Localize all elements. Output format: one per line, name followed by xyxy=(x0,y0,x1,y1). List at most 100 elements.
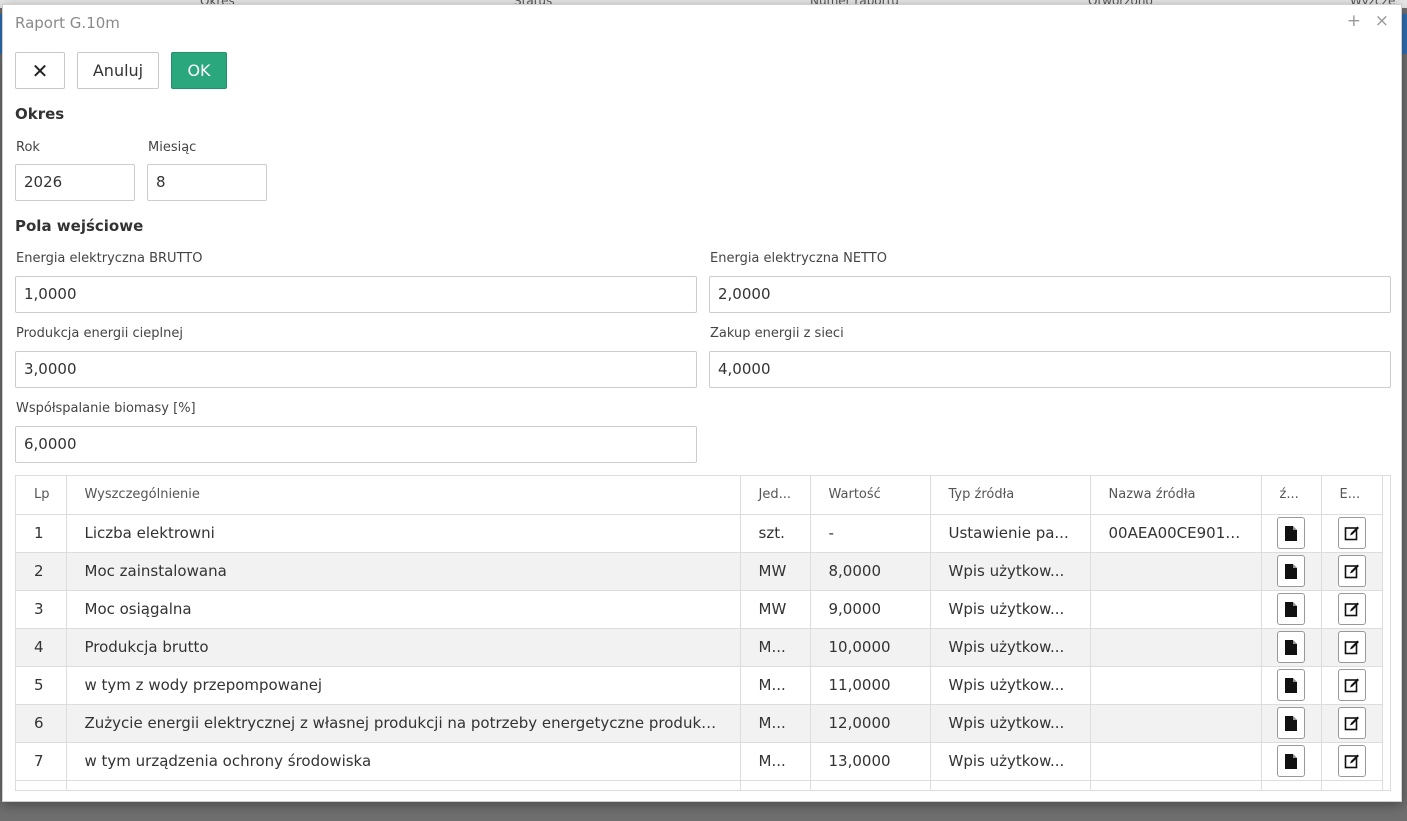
gross-energy-label: Energia elektryczna BRUTTO xyxy=(16,251,203,266)
month-label: Miesiąc xyxy=(148,140,197,155)
cell-lp: 4 xyxy=(16,628,67,667)
cell-lp: 5 xyxy=(16,666,67,705)
cell-source-type: Wpis użytkow... xyxy=(930,552,1091,591)
cell-lp: 3 xyxy=(16,590,67,629)
cell-lp: 7 xyxy=(16,742,67,781)
cell-source-type: Wpis użytkow... xyxy=(930,704,1091,743)
cell-unit: M... xyxy=(740,742,811,781)
column-header-unit[interactable]: Jed... xyxy=(740,476,811,515)
cell-source-action xyxy=(1261,704,1322,743)
cell-edit-action xyxy=(1321,552,1383,591)
cell-unit: MW xyxy=(740,552,811,591)
cell-spec: Zużycie energii elektrycznej z własnej p… xyxy=(66,704,741,743)
table-row[interactable]: 1 Liczba elektrowni szt. - Ustawienie pa... 0… xyxy=(16,514,1383,553)
edit-icon[interactable] xyxy=(1337,669,1366,701)
cell-value: 13,0000 xyxy=(810,742,931,781)
edit-icon[interactable] xyxy=(1337,593,1366,625)
cell-source-action xyxy=(1261,742,1322,781)
year-label: Rok xyxy=(16,140,40,155)
file-icon[interactable] xyxy=(1277,555,1305,587)
cell-source-name: 00AEA00CE901:av xyxy=(1090,514,1262,553)
cell-value: 9,0000 xyxy=(810,590,931,629)
cell-source-name xyxy=(1090,666,1262,705)
edit-icon[interactable] xyxy=(1337,555,1366,587)
cell-source-name xyxy=(1090,590,1262,629)
close-icon[interactable]: × xyxy=(1375,11,1389,31)
cell-source-name xyxy=(1090,742,1262,781)
cell-empty xyxy=(930,780,1091,790)
ok-button[interactable]: OK xyxy=(171,52,227,89)
cell-unit: szt. xyxy=(740,514,811,553)
cell-spec: Liczba elektrowni xyxy=(66,514,741,553)
file-icon[interactable] xyxy=(1277,669,1305,701)
cancel-button[interactable]: Anuluj xyxy=(77,52,159,89)
cell-source-type: Wpis użytkow... xyxy=(930,742,1091,781)
table-row[interactable] xyxy=(16,780,1383,790)
file-icon[interactable] xyxy=(1277,517,1305,549)
cell-edit-action xyxy=(1321,590,1383,629)
table-row[interactable]: 5w tym z wody przepompowanej M... 11,0000 W… xyxy=(16,666,1383,705)
column-header-lp[interactable]: Lp xyxy=(16,476,67,515)
report-dialog: Raport G.10m + × ✕ Anuluj OK Okres Rok 2… xyxy=(2,4,1402,802)
cell-unit: M... xyxy=(740,628,811,667)
cell-source-action xyxy=(1261,666,1322,705)
cell-source-name xyxy=(1090,628,1262,667)
column-header-source-type[interactable]: Typ źródła xyxy=(930,476,1091,515)
file-icon[interactable] xyxy=(1277,631,1305,663)
edit-icon[interactable] xyxy=(1337,707,1366,739)
grid-purchase-input[interactable]: 4,0000 xyxy=(709,351,1391,388)
year-input[interactable]: 2026 xyxy=(15,164,135,201)
cell-edit-action xyxy=(1321,666,1383,705)
table-row[interactable]: 7w tym urządzenia ochrony środowiska M...… xyxy=(16,742,1383,781)
table-row[interactable]: 6 Zużycie energii elektrycznej z własnej … xyxy=(16,704,1383,743)
column-header-value[interactable]: Wartość xyxy=(810,476,931,515)
month-input[interactable]: 8 xyxy=(147,164,267,201)
cell-edit-action xyxy=(1321,704,1383,743)
cell-source-type: Wpis użytkow... xyxy=(930,590,1091,629)
file-icon[interactable] xyxy=(1277,593,1305,625)
file-icon[interactable] xyxy=(1277,707,1305,739)
cell-empty xyxy=(1321,780,1383,790)
table-row[interactable]: 3 Moc osiągalna MW 9,0000 Wpis użytkow... xyxy=(16,590,1383,629)
cell-value: 8,0000 xyxy=(810,552,931,591)
cell-empty xyxy=(1261,780,1322,790)
column-header-edit[interactable]: E... xyxy=(1321,476,1383,515)
file-icon[interactable] xyxy=(1277,745,1305,777)
column-header-spec[interactable]: Wyszczególnienie xyxy=(66,476,741,515)
cell-value: - xyxy=(810,514,931,553)
net-energy-input[interactable]: 2,0000 xyxy=(709,276,1391,313)
cell-source-action xyxy=(1261,590,1322,629)
cell-spec: Produkcja brutto xyxy=(66,628,741,667)
dialog-title: Raport G.10m xyxy=(15,14,120,32)
column-header-source-icon[interactable]: ź... xyxy=(1261,476,1322,515)
cell-value: 12,0000 xyxy=(810,704,931,743)
period-section-title: Okres xyxy=(15,105,65,123)
cell-lp: 2 xyxy=(16,552,67,591)
heat-production-input[interactable]: 3,0000 xyxy=(15,351,697,388)
maximize-icon[interactable]: + xyxy=(1347,11,1361,31)
cell-value: 10,0000 xyxy=(810,628,931,667)
cell-unit: M... xyxy=(740,666,811,705)
table-row[interactable]: 4 Produkcja brutto M... 10,0000 Wpis użytkow… xyxy=(16,628,1383,667)
cell-source-type: Wpis użytkow... xyxy=(930,666,1091,705)
cell-source-type: Ustawienie pa... xyxy=(930,514,1091,553)
cell-edit-action xyxy=(1321,628,1383,667)
cell-source-action xyxy=(1261,552,1322,591)
cell-lp: 1 xyxy=(16,514,67,553)
dialog-titlebar: Raport G.10m + × xyxy=(3,5,1401,41)
biomass-input[interactable]: 6,0000 xyxy=(15,426,697,463)
cell-spec: Moc osiągalna xyxy=(66,590,741,629)
cell-edit-action xyxy=(1321,742,1383,781)
cell-unit: M... xyxy=(740,704,811,743)
cell-unit: MW xyxy=(740,590,811,629)
cell-lp: 6 xyxy=(16,704,67,743)
cell-edit-action xyxy=(1321,514,1383,553)
gross-energy-input[interactable]: 1,0000 xyxy=(15,276,697,313)
column-header-source-name[interactable]: Nazwa źródła xyxy=(1090,476,1262,515)
edit-icon[interactable] xyxy=(1337,745,1366,777)
edit-icon[interactable] xyxy=(1337,517,1366,549)
cell-spec: w tym z wody przepompowanej xyxy=(66,666,741,705)
close-button[interactable]: ✕ xyxy=(15,52,65,89)
table-row[interactable]: 2 Moc zainstalowana MW 8,0000 Wpis użytkow..… xyxy=(16,552,1383,591)
edit-icon[interactable] xyxy=(1337,631,1366,663)
